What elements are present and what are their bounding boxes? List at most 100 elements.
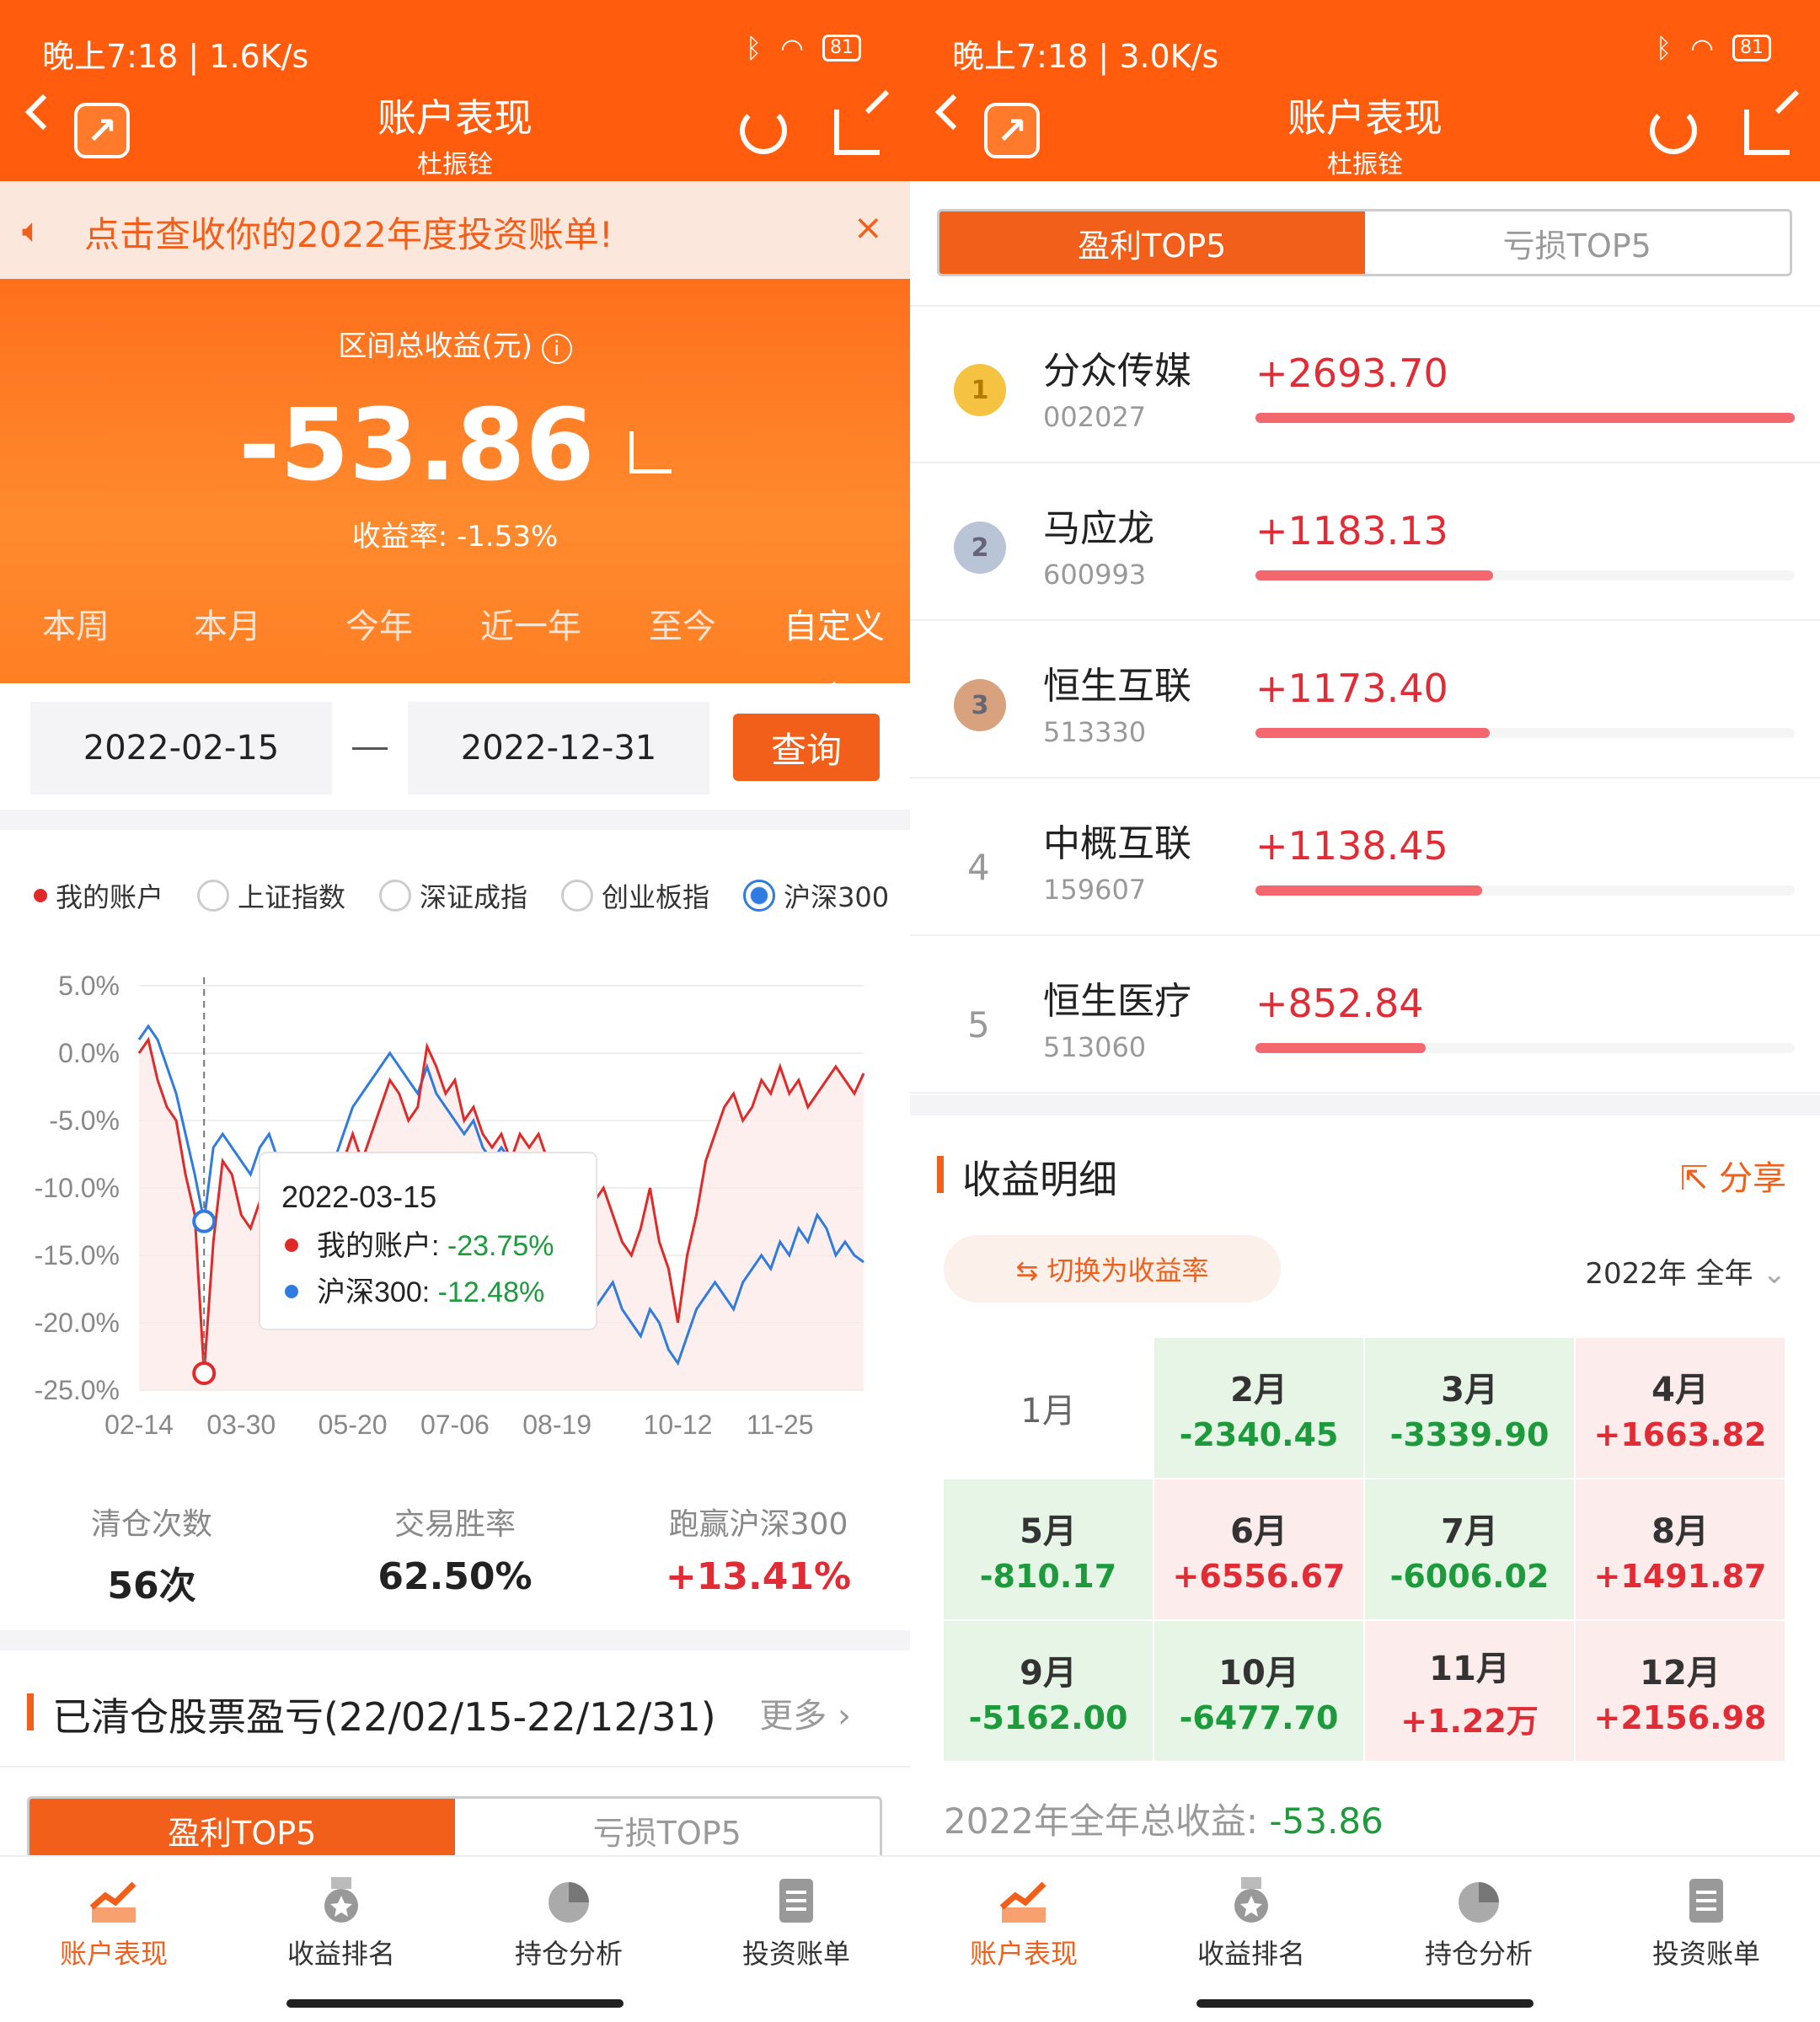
legend-item[interactable]: 我的账户 [34,876,163,915]
legend-label: 沪深300 [784,881,890,913]
profit-bar-fill [1255,570,1493,580]
profit-value: +852.84 [1255,981,1424,1026]
legend-label: 深证成指 [420,881,528,913]
month-cell[interactable]: 11月 +1.22万 [1365,1621,1576,1763]
legend-item[interactable]: 深证成指 [379,876,527,915]
x-tick-label: 08-19 [522,1410,592,1440]
profit-bar [1255,885,1795,896]
month-value: +1663.82 [1593,1416,1767,1453]
y-tick-label: -5.0% [49,1105,120,1136]
nav-item[interactable]: 收益排名 [228,1857,455,2022]
stock-code: 513330 [1043,716,1147,748]
start-date-field[interactable]: 2022-02-15 [30,702,332,794]
legend-item[interactable]: 上证指数 [197,876,345,915]
legend-item[interactable]: 沪深300 [743,876,889,915]
stat-item: 交易胜率 62.50% [303,1500,607,1609]
nav-label: 账户表现 [969,1938,1078,1970]
nav-item[interactable]: 账户表现 [910,1857,1138,2022]
stat-value: 56次 [107,1565,196,1607]
y-tick-label: -20.0% [35,1308,120,1338]
chevron-right-icon: › [838,1697,851,1736]
nav-item[interactable]: 账户表现 [0,1857,228,2022]
more-link[interactable]: 更多 › [759,1688,851,1737]
month-cell[interactable]: 2月 -2340.45 [1154,1338,1365,1479]
profit-top5-tab[interactable]: 盈利TOP5 [939,211,1365,274]
y-tick-label: -15.0% [35,1240,120,1270]
legend-label: 上证指数 [238,881,346,913]
month-cell[interactable]: 1月 [944,1338,1154,1479]
rank-row[interactable]: 4 中概互联 159607 +1138.45 [910,779,1820,936]
radio-icon[interactable] [743,880,776,912]
stat-item: 清仓次数 56次 [0,1500,303,1609]
return-chart[interactable]: 5.0% 0.0% -5.0% -10.0% -15.0% -20.0% -25.0% 02-… [0,960,910,1466]
month-cell[interactable]: 4月 +1663.82 [1576,1338,1786,1479]
total-profit-label: 区间总收益(元) i [0,323,910,364]
status-time: 晚上7:18 | 1.6K/s [42,38,309,75]
tooltip-date: 2022-03-15 [281,1180,436,1214]
stock-name: 中概互联 [1043,822,1191,865]
stock-name: 恒生医疗 [1043,980,1191,1023]
annual-total: 2022年全年总收益: -53.86 [944,1800,1384,1842]
rank-row[interactable]: 2 马应龙 600993 +1183.13 [910,464,1820,621]
profit-bar-fill [1255,1043,1426,1053]
month-cell[interactable]: 3月 -3339.90 [1365,1338,1576,1479]
annual-bill-banner[interactable]: 🔈︎ 点击查收你的2022年度投资账单! × [0,181,910,279]
month-value: +1491.87 [1593,1558,1767,1595]
nav-item[interactable]: 持仓分析 [1365,1857,1592,2022]
legend-label: 我的账户 [56,881,164,913]
tooltip-index-value: -12.48% [438,1276,545,1308]
radio-icon[interactable] [197,880,230,912]
switch-to-rate-button[interactable]: ⇆ 切换为收益率 [944,1235,1281,1303]
month-cell[interactable]: 6月 +6556.67 [1154,1479,1365,1621]
medal-icon: 3 [954,679,1006,731]
left-screen: 晚上7:18 | 1.6K/s ᛒ ◠ 81 ↗ 账户表现 杜振铨 🔈︎ 点击查… [0,0,910,2022]
rank-row[interactable]: 3 恒生互联 513330 +1173.40 [910,622,1820,778]
info-icon[interactable]: i [541,334,572,364]
refresh-icon[interactable] [1650,107,1697,154]
rank-row[interactable]: 5 恒生医疗 513060 +852.84 [910,937,1820,1094]
medal-icon [314,1874,368,1928]
nav-item[interactable]: 收益排名 [1138,1857,1365,2022]
share-icon[interactable] [834,110,880,155]
share-icon[interactable] [1744,110,1790,155]
month-cell[interactable]: 7月 -6006.02 [1365,1479,1576,1621]
status-time: 晚上7:18 | 3.0K/s [952,38,1219,75]
trade-stats: 清仓次数 56次 交易胜率 62.50% 跑赢沪深300 +13.41% [0,1500,910,1609]
month-cell[interactable]: 5月 -810.17 [944,1479,1154,1621]
pie-icon [542,1874,596,1928]
profit-value: +1173.40 [1255,666,1448,711]
profit-top5-tab[interactable]: 盈利TOP5 [29,1799,455,1861]
share-detail-icon[interactable] [629,431,672,473]
refresh-icon[interactable] [740,107,787,154]
stat-label: 清仓次数 [90,1507,212,1542]
nav-label: 持仓分析 [1424,1938,1533,1970]
query-button[interactable]: 查询 [733,714,880,781]
nav-label: 收益排名 [1196,1938,1305,1970]
rank-row[interactable]: 1 分众传媒 002027 +2693.70 [910,307,1820,463]
loss-top5-tab[interactable]: 亏损TOP5 [1365,211,1791,274]
nav-label: 投资账单 [741,1938,850,1970]
close-icon[interactable]: × [854,206,883,248]
month-cell[interactable]: 8月 +1491.87 [1576,1479,1786,1621]
stock-name: 分众传媒 [1043,350,1191,393]
share-button[interactable]: ⇱ 分享 [1680,1151,1786,1200]
year-select[interactable]: 2022年 全年 ⌄ [1585,1250,1786,1292]
nav-item[interactable]: 投资账单 [682,1857,910,2022]
month-cell[interactable]: 10月 -6477.70 [1154,1621,1365,1763]
total-profit-value: -53.86 [0,387,910,503]
end-date-field[interactable]: 2022-12-31 [408,702,709,794]
wifi-icon: ◠ [780,32,804,64]
nav-item[interactable]: 持仓分析 [455,1857,682,2022]
profit-bar-fill [1255,885,1482,896]
status-icons: ᛒ ◠ 81 [1656,32,1771,64]
loss-top5-tab[interactable]: 亏损TOP5 [455,1799,881,1861]
radio-icon[interactable] [379,880,412,912]
month-cell[interactable]: 9月 -5162.00 [944,1621,1154,1763]
month-cell[interactable]: 12月 +2156.98 [1576,1621,1786,1763]
battery-icon: 81 [822,35,861,62]
profit-value: +1138.45 [1255,823,1448,869]
legend-item[interactable]: 创业板指 [561,876,709,915]
nav-item[interactable]: 投资账单 [1592,1857,1820,2022]
radio-icon[interactable] [561,880,594,912]
banner-text[interactable]: 点击查收你的2022年度投资账单! [84,206,613,258]
